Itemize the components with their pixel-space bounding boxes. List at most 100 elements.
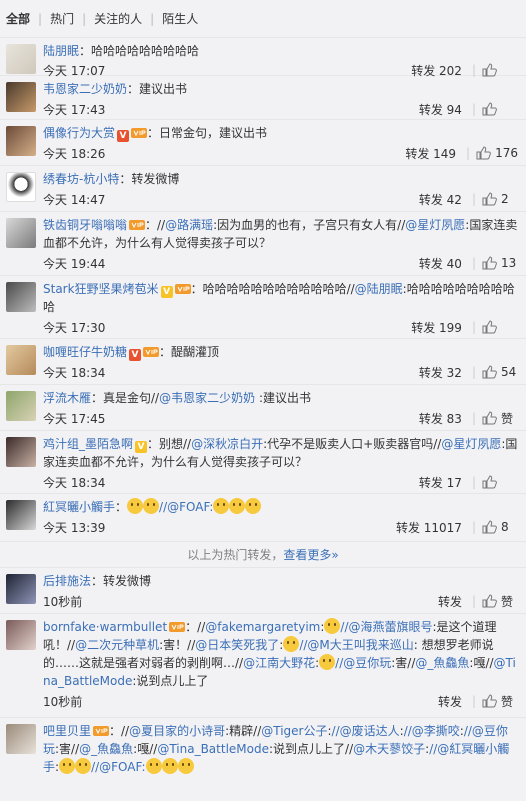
user-name[interactable]: bornfake·warmbullet — [43, 620, 167, 634]
avatar[interactable] — [6, 345, 36, 375]
hot-repost-tip: 以上为热门转发，查看更多» — [0, 542, 526, 568]
user-name[interactable]: 后排施法 — [43, 574, 91, 588]
mention-link[interactable]: @星灯夙愿 — [441, 437, 501, 451]
like-button[interactable] — [482, 320, 518, 334]
filter-separator: | — [38, 11, 43, 26]
user-name[interactable]: 紅冥曬小觸手 — [43, 500, 115, 514]
mention-link[interactable]: @Tiger公子 — [261, 724, 327, 738]
like-button[interactable]: 8 — [482, 520, 518, 534]
avatar[interactable] — [6, 620, 36, 650]
timestamp: 今天 19:44 — [43, 256, 106, 271]
emoji-icon — [319, 654, 336, 670]
user-name[interactable]: 浮流木雁 — [43, 391, 91, 405]
mention-link[interactable]: //@海燕蕾旗眼号 — [340, 620, 432, 634]
user-name[interactable]: Stark狂野坚果烤苞米 — [43, 282, 159, 296]
mention-link[interactable]: @江南大野花 — [243, 656, 315, 670]
emoji-icon — [245, 498, 262, 514]
mention-link[interactable]: @深秋凉白开 — [191, 437, 263, 451]
mention-link[interactable]: @Tina_BattleMode — [157, 742, 269, 756]
like-button[interactable]: 赞 — [482, 693, 518, 710]
like-button[interactable]: 176 — [476, 146, 518, 160]
avatar[interactable] — [6, 391, 36, 421]
repost-text: ：哈哈哈哈哈哈哈哈哈 — [79, 44, 200, 58]
vip-badge-icon — [129, 218, 146, 230]
mention-link[interactable]: //@FOAF: — [159, 500, 213, 514]
repost-list: 陆朋眠：哈哈哈哈哈哈哈哈哈 今天 17:07 转发 202 | 韦恩家二少奶奶：… — [0, 38, 526, 788]
repost-button[interactable]: 转发 40 — [419, 255, 462, 272]
emoji-icon — [229, 498, 246, 514]
repost-button[interactable]: 转发 — [438, 693, 462, 710]
avatar[interactable] — [6, 724, 36, 754]
like-button[interactable]: 赞 — [482, 410, 518, 427]
mention-link[interactable]: @木天蓼饺子 — [353, 742, 425, 756]
avatar[interactable] — [6, 437, 36, 467]
avatar[interactable] — [6, 218, 36, 248]
like-button[interactable] — [482, 102, 518, 116]
avatar[interactable] — [6, 500, 36, 530]
repost-button[interactable]: 转发 — [438, 593, 462, 610]
like-button[interactable]: 赞 — [482, 593, 518, 610]
like-button[interactable]: 13 — [482, 256, 518, 270]
mention-link[interactable]: @路满瑶 — [165, 218, 213, 232]
avatar[interactable] — [6, 126, 36, 156]
user-name[interactable]: 韦恩家二少奶奶 — [43, 82, 127, 96]
mention-link[interactable]: @夏目家的小诗哥 — [129, 724, 225, 738]
mention-link[interactable]: @韦恩家二少奶奶 — [159, 391, 255, 405]
mention-link[interactable]: @_魚鱻魚 — [415, 656, 469, 670]
like-count: 2 — [501, 192, 509, 206]
repost-button[interactable]: 转发 199 — [411, 319, 462, 336]
mention-link[interactable]: //@豆你玩 — [335, 656, 391, 670]
mention-link[interactable]: @星灯夙愿 — [405, 218, 465, 232]
verified-badge-icon: V — [160, 286, 173, 298]
repost-button[interactable]: 转发 11017 — [396, 519, 462, 536]
list-item: bornfake·warmbullet ：//@fakemargaretyim: /… — [0, 614, 526, 718]
mention-link[interactable]: @日本笑死我了 — [195, 638, 279, 652]
repost-button[interactable]: 转发 32 — [419, 364, 462, 381]
like-count: 赞 — [501, 411, 514, 426]
repost-button[interactable]: 转发 149 — [405, 145, 456, 162]
thumb-up-icon — [482, 256, 497, 270]
user-name[interactable]: 绣春坊-杭小特 — [43, 172, 119, 186]
list-item: 吧里贝里 ：//@夏目家的小诗哥:精辟//@Tiger公子://@废话达人://@… — [0, 718, 526, 788]
repost-button[interactable]: 转发 42 — [419, 191, 462, 208]
filter-all[interactable]: 全部 — [6, 10, 30, 27]
mention-link[interactable]: //@李撕咬 — [404, 724, 460, 738]
repost-text: ：转发微博 — [91, 574, 152, 588]
list-item: 紅冥曬小觸手：//@FOAF: 今天 13:39 转发 11017 | 8 — [0, 494, 526, 542]
mention-link[interactable]: @陆朋眠 — [355, 282, 403, 296]
user-name[interactable]: 咖喱旺仔牛奶糖 — [43, 345, 127, 359]
mention-link[interactable]: @二次元种草机 — [75, 638, 159, 652]
filter-strangers[interactable]: 陌生人 — [162, 10, 198, 27]
user-name[interactable]: 吧里贝里 — [43, 724, 91, 738]
filter-following[interactable]: 关注的人 — [94, 10, 142, 27]
thumb-up-icon — [482, 594, 497, 608]
avatar[interactable] — [6, 282, 36, 312]
like-button[interactable]: 2 — [482, 192, 518, 206]
mention-link[interactable]: //@废话达人 — [332, 724, 400, 738]
user-name[interactable]: 鸡汁组_墨陌急啊 — [43, 437, 133, 451]
filter-hot[interactable]: 热门 — [50, 10, 74, 27]
thumb-up-icon — [482, 520, 497, 534]
see-more-link[interactable]: 查看更多» — [283, 548, 338, 562]
like-button[interactable]: 54 — [482, 365, 518, 379]
like-button[interactable] — [482, 63, 518, 77]
mention-link[interactable]: //@M大王叫我来巡山 — [299, 638, 413, 652]
user-name[interactable]: 铁齿铜牙嗡嗡嗡 — [43, 218, 127, 232]
repost-button[interactable]: 转发 17 — [419, 474, 462, 491]
avatar[interactable] — [6, 574, 36, 604]
user-name[interactable]: 陆朋眠 — [43, 44, 79, 58]
like-count: 8 — [501, 520, 509, 534]
mention-link[interactable]: //@FOAF: — [91, 760, 145, 774]
mention-link[interactable]: @fakemargaretyim — [205, 620, 320, 634]
like-button[interactable] — [482, 475, 518, 489]
mention-link[interactable]: @_魚鱻魚 — [79, 742, 133, 756]
avatar[interactable] — [6, 172, 36, 202]
timestamp: 今天 18:34 — [43, 365, 106, 380]
emoji-icon — [283, 636, 300, 652]
avatar[interactable] — [6, 44, 36, 74]
user-name[interactable]: 偶像行为大赏 — [43, 126, 115, 140]
avatar[interactable] — [6, 82, 36, 112]
thumb-up-icon — [482, 694, 497, 708]
repost-button[interactable]: 转发 83 — [419, 410, 462, 427]
repost-button[interactable]: 转发 94 — [419, 101, 462, 118]
